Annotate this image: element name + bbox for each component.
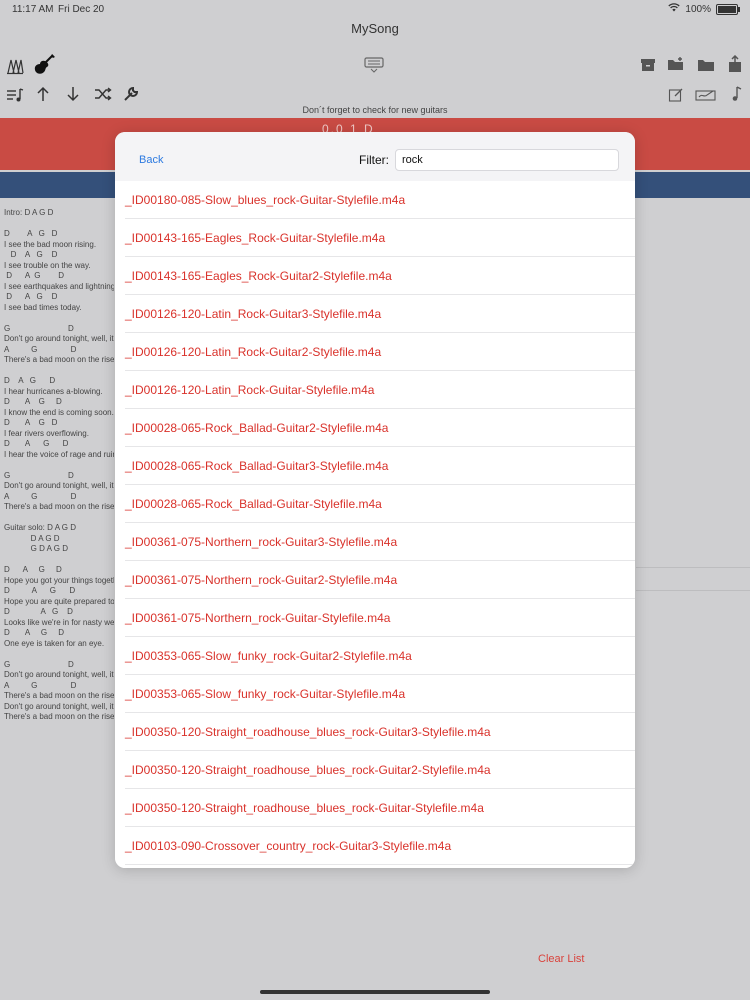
keyboard-icon[interactable] xyxy=(364,57,384,78)
filter-input[interactable] xyxy=(395,149,619,171)
folder-add-icon[interactable] xyxy=(667,56,685,77)
guitar-file-picker: Back Filter: _ID00180-085-Slow_blues_roc… xyxy=(115,132,635,868)
file-list-item[interactable]: _ID00028-065-Rock_Ballad-Guitar2-Stylefi… xyxy=(125,409,635,447)
divider xyxy=(636,590,750,591)
file-list-item[interactable]: _ID00350-120-Straight_roadhouse_blues_ro… xyxy=(125,751,635,789)
back-button[interactable]: Back xyxy=(139,154,163,166)
song-lyrics: Intro: D A G D D A G D I see the bad moo… xyxy=(4,208,114,721)
file-list-item[interactable]: _ID00028-065-Rock_Ballad-Guitar3-Stylefi… xyxy=(125,447,635,485)
file-list-item[interactable]: _ID00103-090-Crossover_country_rock-Guit… xyxy=(125,827,635,865)
file-list-item[interactable]: _ID00361-075-Northern_rock-Guitar-Stylef… xyxy=(125,599,635,637)
status-right: 100% xyxy=(668,3,740,15)
clear-list-button[interactable]: Clear List xyxy=(538,953,584,965)
file-list-item[interactable]: _ID00361-075-Northern_rock-Guitar2-Style… xyxy=(125,561,635,599)
filter-label: Filter: xyxy=(359,153,389,167)
guitar-icon[interactable] xyxy=(32,53,56,82)
status-time: 11:17 AM xyxy=(12,4,54,15)
home-indicator xyxy=(260,990,490,994)
file-list-item[interactable]: _ID00353-065-Slow_funky_rock-Guitar2-Sty… xyxy=(125,637,635,675)
file-list-item[interactable]: _ID00143-165-Eagles_Rock-Guitar-Stylefil… xyxy=(125,219,635,257)
file-list-item[interactable]: _ID00180-085-Slow_blues_rock-Guitar-Styl… xyxy=(125,181,635,219)
file-list-item[interactable]: _ID00361-075-Northern_rock-Guitar3-Style… xyxy=(125,523,635,561)
file-list-item[interactable]: _ID00126-120-Latin_Rock-Guitar3-Stylefil… xyxy=(125,295,635,333)
folder-icon[interactable] xyxy=(697,57,715,78)
picker-header: Back Filter: xyxy=(115,132,635,180)
file-list[interactable]: _ID00180-085-Slow_blues_rock-Guitar-Styl… xyxy=(115,181,635,868)
file-list-item[interactable]: _ID00353-065-Slow_funky_rock-Guitar-Styl… xyxy=(125,675,635,713)
arrow-up-icon[interactable] xyxy=(36,86,50,107)
music-note-icon[interactable] xyxy=(730,86,742,107)
battery-percent: 100% xyxy=(685,3,711,15)
file-list-item[interactable]: _ID00126-120-Latin_Rock-Guitar2-Stylefil… xyxy=(125,333,635,371)
file-list-item[interactable]: _ID00028-065-Rock_Ballad-Guitar-Stylefil… xyxy=(125,485,635,523)
archive-icon[interactable] xyxy=(640,57,656,78)
divider xyxy=(636,567,750,568)
file-list-item[interactable]: _ID00126-120-Latin_Rock-Guitar-Stylefile… xyxy=(125,371,635,409)
shuffle-icon[interactable] xyxy=(94,87,112,106)
app-title: MySong xyxy=(351,21,399,36)
wrench-icon[interactable] xyxy=(123,86,139,107)
file-list-item[interactable]: _ID00350-120-Straight_roadhouse_blues_ro… xyxy=(125,713,635,751)
arrow-down-icon[interactable] xyxy=(66,86,80,107)
file-list-item[interactable]: _ID00350-120-Straight_roadhouse_blues_ro… xyxy=(125,789,635,827)
new-guitars-notice: Don´t forget to check for new guitars xyxy=(302,105,448,115)
share-icon[interactable] xyxy=(728,54,742,78)
status-date: Fri Dec 20 xyxy=(58,4,105,15)
status-bar: 11:17 AM Fri Dec 20 100% xyxy=(0,0,750,20)
wifi-icon xyxy=(668,3,681,15)
battery-icon xyxy=(716,3,740,15)
tuner-icon[interactable] xyxy=(6,57,24,80)
file-list-item[interactable]: _ID00143-165-Eagles_Rock-Guitar2-Stylefi… xyxy=(125,257,635,295)
